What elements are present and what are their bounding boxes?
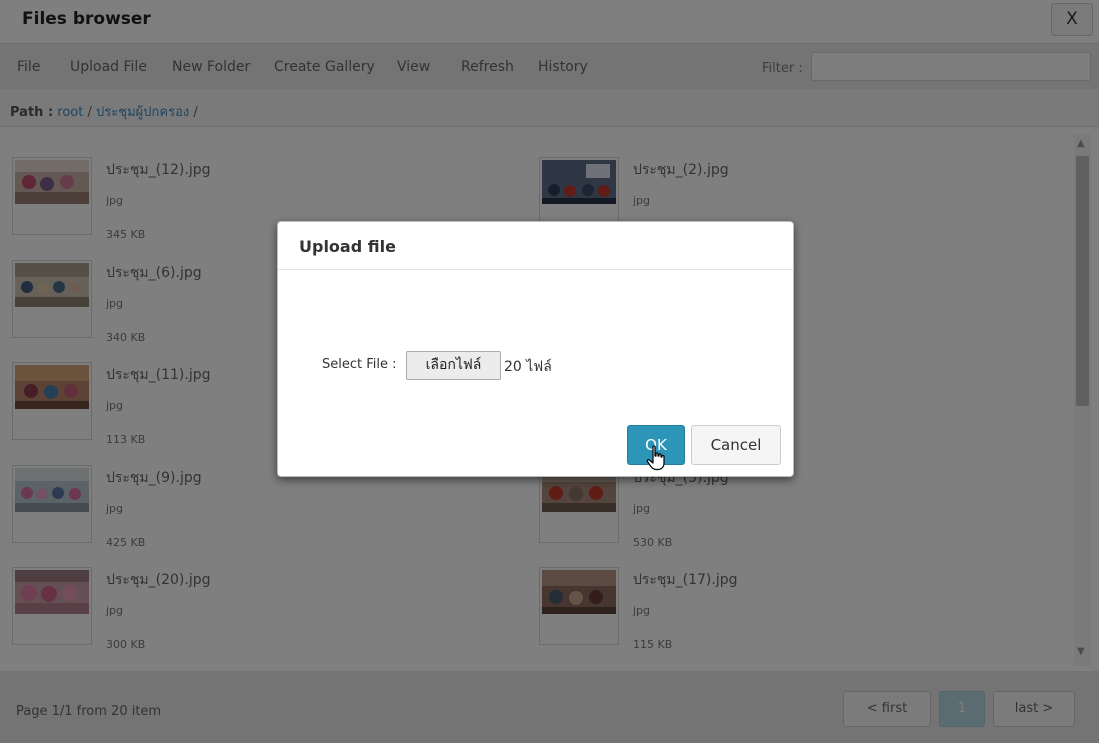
modal-title: Upload file (299, 237, 396, 256)
modal-header: Upload file (278, 222, 793, 270)
choose-file-button[interactable]: เลือกไฟล์ (406, 351, 501, 380)
cancel-button[interactable]: Cancel (691, 425, 781, 465)
upload-file-dialog: Upload file Select File : เลือกไฟล์ 20 ไ… (277, 221, 794, 477)
hand-pointer-cursor-icon (646, 445, 665, 471)
select-file-label: Select File : (322, 357, 397, 372)
selected-file-count: 20 ไฟล์ (504, 359, 552, 375)
